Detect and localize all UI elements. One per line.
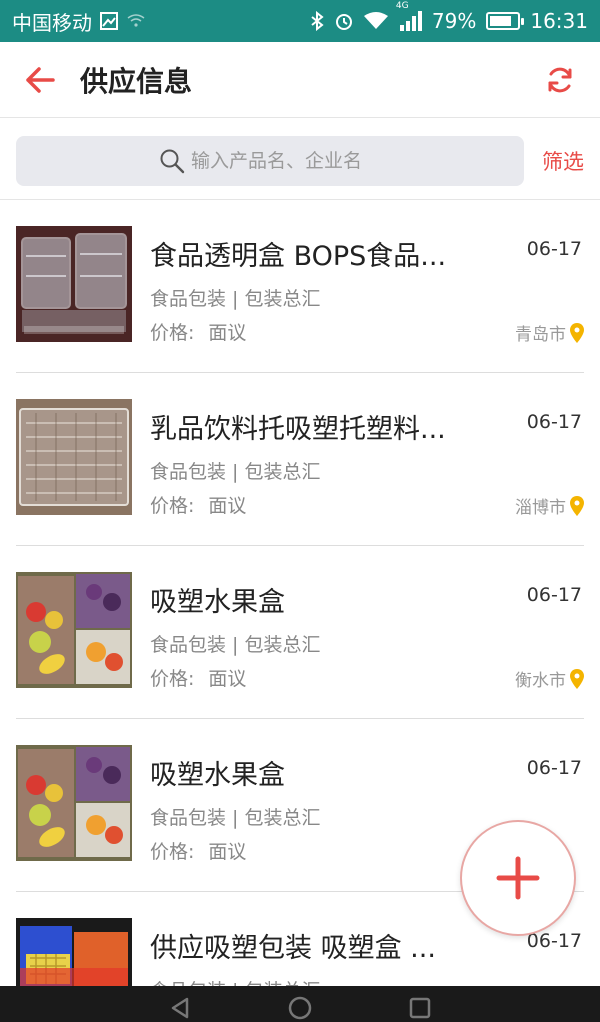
item-price: 价格: 面议 <box>150 837 246 864</box>
search-icon <box>160 149 185 173</box>
item-title: 吸塑水果盒 <box>150 760 285 791</box>
list-item[interactable]: 乳品饮料托吸塑托塑料... 06-17 食品包装 | 包装总汇 价格: 面议 淄博… <box>16 373 584 546</box>
item-date: 06-17 <box>526 757 582 779</box>
bluetooth-icon <box>310 11 324 31</box>
location-pin-icon <box>570 495 584 516</box>
clock: 16:31 <box>530 9 588 33</box>
item-location: 淄博市 <box>515 493 584 518</box>
refresh-icon <box>548 67 572 92</box>
location-pin-icon <box>570 322 584 343</box>
refresh-button[interactable] <box>520 42 600 118</box>
back-button[interactable] <box>0 42 80 118</box>
item-title: 供应吸塑包装 吸塑盒 ... <box>150 933 436 964</box>
price-value: 面议 <box>208 841 247 863</box>
item-title: 乳品饮料托吸塑托塑料... <box>150 414 446 445</box>
item-title: 吸塑水果盒 <box>150 587 285 618</box>
plus-icon <box>496 856 540 900</box>
item-category: 食品包装 | 包装总汇 <box>150 461 321 483</box>
carrier-name: 中国移动 <box>12 10 92 35</box>
location-text: 青岛市 <box>515 325 566 345</box>
battery-percent: 79% <box>431 9 477 33</box>
search-row: 筛选 <box>0 122 600 200</box>
app-header: 供应信息 <box>0 42 600 118</box>
item-price: 价格: 面议 <box>150 318 246 345</box>
product-image <box>16 399 132 515</box>
square-recents-icon <box>409 997 431 1019</box>
nav-home-button[interactable] <box>280 994 320 1022</box>
status-bar: 中国移动 4G 79% 16:31 <box>0 0 600 42</box>
location-pin-icon <box>570 668 584 689</box>
location-text: 衡水市 <box>515 671 566 691</box>
item-price: 价格: 面议 <box>150 664 246 691</box>
list-item[interactable]: 食品透明盒 BOPS食品... 06-17 食品包装 | 包装总汇 价格: 面议 … <box>16 200 584 373</box>
item-title: 食品透明盒 BOPS食品... <box>150 241 447 272</box>
triangle-back-icon <box>171 997 189 1019</box>
item-category: 食品包装 | 包装总汇 <box>150 807 321 829</box>
wifi-hotspot-icon <box>126 13 146 29</box>
image-notification-icon <box>100 12 118 30</box>
system-nav-bar <box>0 986 600 1022</box>
item-date: 06-17 <box>526 584 582 606</box>
page-title: 供应信息 <box>80 64 193 98</box>
wifi-icon <box>363 12 388 30</box>
product-image <box>16 572 132 688</box>
item-location: 衡水市 <box>515 666 584 691</box>
nav-back-button[interactable] <box>160 994 200 1022</box>
product-image <box>16 745 132 861</box>
add-supply-button[interactable] <box>460 820 576 936</box>
item-price: 价格: 面议 <box>150 491 246 518</box>
search-box[interactable] <box>16 135 524 186</box>
search-input[interactable] <box>191 149 381 172</box>
alarm-icon <box>334 11 354 31</box>
item-date: 06-17 <box>526 411 582 433</box>
list-item[interactable]: 吸塑水果盒 06-17 食品包装 | 包装总汇 价格: 面议 衡水市 <box>16 546 584 719</box>
price-label: 价格: <box>150 322 195 344</box>
item-category: 食品包装 | 包装总汇 <box>150 288 321 310</box>
price-value: 面议 <box>208 495 247 517</box>
price-label: 价格: <box>150 841 195 863</box>
item-location: 青岛市 <box>515 320 584 345</box>
price-value: 面议 <box>208 322 247 344</box>
price-value: 面议 <box>208 668 247 690</box>
signal-icon: 4G <box>396 1 422 31</box>
filter-button[interactable]: 筛选 <box>542 146 584 176</box>
item-category: 食品包装 | 包装总汇 <box>150 634 321 656</box>
nav-recents-button[interactable] <box>400 994 440 1022</box>
battery-icon <box>486 12 525 30</box>
item-date: 06-17 <box>526 238 582 260</box>
price-label: 价格: <box>150 495 195 517</box>
product-image <box>16 226 132 342</box>
price-label: 价格: <box>150 668 195 690</box>
location-text: 淄博市 <box>515 498 566 518</box>
circle-home-icon <box>288 996 312 1020</box>
arrow-left-icon <box>26 66 55 93</box>
